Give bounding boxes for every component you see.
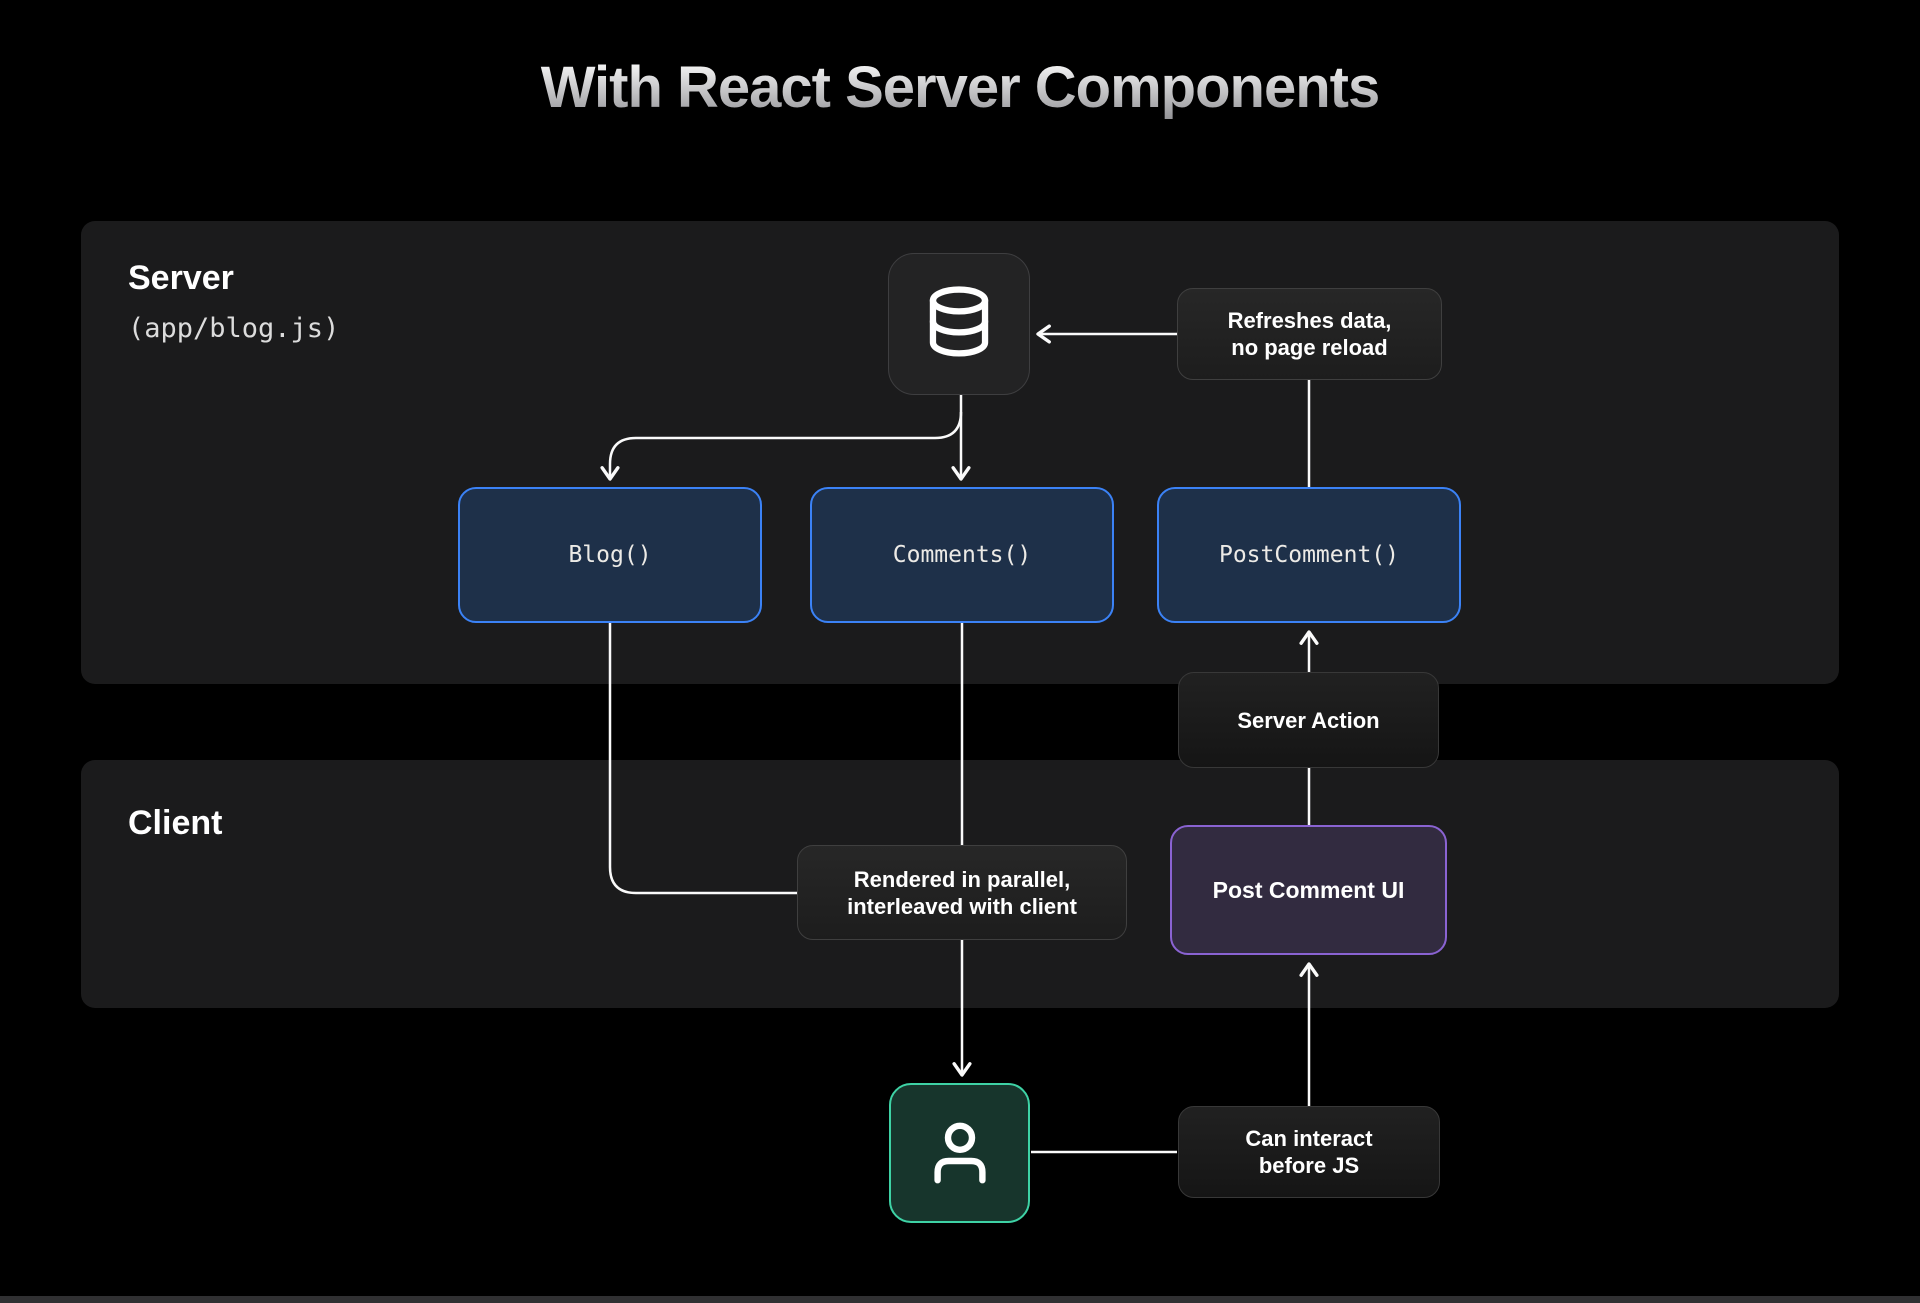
refreshes-data-note: Refreshes data, no page reload [1177, 288, 1442, 380]
postcomment-component-label: PostComment() [1219, 542, 1399, 568]
post-comment-ui-node: Post Comment UI [1170, 825, 1447, 955]
rendered-note-line1: Rendered in parallel, [847, 866, 1077, 893]
comments-component-label: Comments() [893, 542, 1031, 568]
page-title: With React Server Components [0, 52, 1920, 124]
can-interact-note: Can interact before JS [1178, 1106, 1440, 1198]
diagram-canvas: With React Server Components Server (app… [0, 0, 1920, 1303]
blog-component-node: Blog() [458, 487, 762, 623]
server-action-label: Server Action [1237, 707, 1379, 734]
person-icon [920, 1112, 1000, 1194]
comments-component-node: Comments() [810, 487, 1114, 623]
can-interact-line2: before JS [1245, 1152, 1372, 1179]
post-comment-ui-label: Post Comment UI [1213, 877, 1405, 904]
user-node [889, 1083, 1030, 1223]
server-action-node: Server Action [1178, 672, 1439, 768]
server-panel-path: (app/blog.js) [128, 313, 339, 344]
database-icon [917, 280, 1001, 368]
blog-component-label: Blog() [568, 542, 651, 568]
refreshes-note-line1: Refreshes data, [1228, 307, 1392, 334]
can-interact-line1: Can interact [1245, 1125, 1372, 1152]
server-panel-label: Server [128, 259, 234, 298]
database-node [888, 253, 1030, 395]
refreshes-note-line2: no page reload [1228, 334, 1392, 361]
postcomment-component-node: PostComment() [1157, 487, 1461, 623]
bottom-edge-strip [0, 1296, 1920, 1303]
rendered-in-parallel-note: Rendered in parallel, interleaved with c… [797, 845, 1127, 940]
rendered-note-line2: interleaved with client [847, 893, 1077, 920]
client-panel-label: Client [128, 804, 222, 843]
